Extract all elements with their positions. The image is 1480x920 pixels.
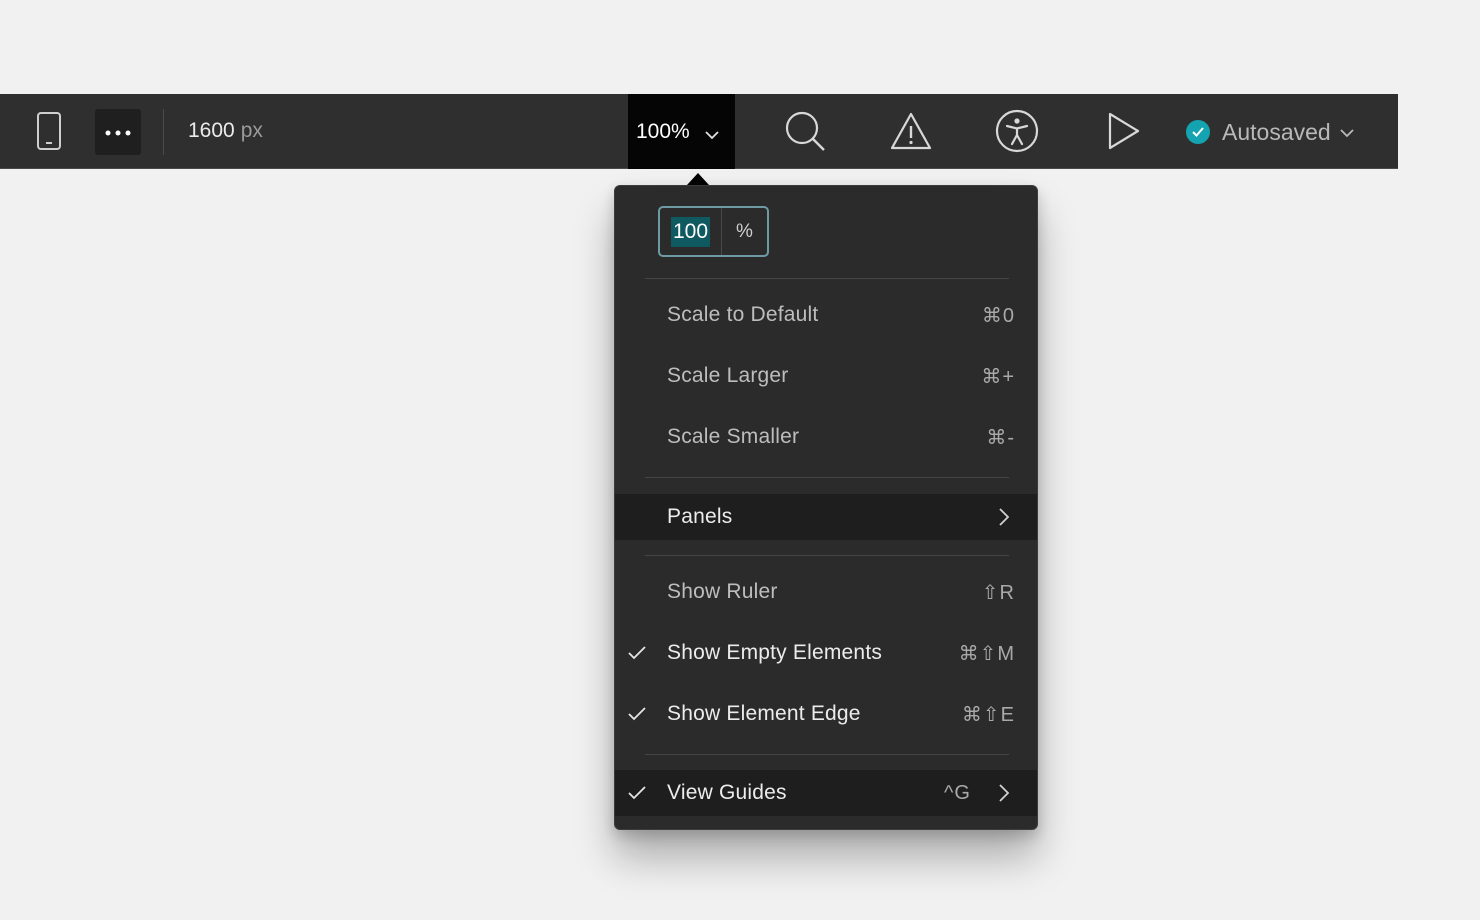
checkmark-icon bbox=[627, 704, 647, 724]
autosave-status[interactable]: Autosaved bbox=[1186, 116, 1355, 148]
autosave-label: Autosaved bbox=[1222, 118, 1331, 145]
check-circle-icon bbox=[1186, 120, 1210, 144]
menu-divider bbox=[645, 555, 1009, 556]
menu-item-view-guides[interactable]: View Guides ^G bbox=[615, 770, 1037, 816]
menu-item-show-element-edge[interactable]: Show Element Edge ⌘⇧E bbox=[615, 691, 1037, 737]
play-icon[interactable] bbox=[1100, 106, 1146, 156]
checkmark-icon bbox=[627, 783, 647, 803]
canvas-width-unit: px bbox=[240, 119, 263, 142]
menu-item-scale-smaller[interactable]: Scale Smaller ⌘- bbox=[615, 414, 1037, 460]
zoom-dropdown-button[interactable]: 100% bbox=[628, 94, 735, 169]
menu-item-shortcut: ⇧R bbox=[981, 581, 1015, 604]
menu-caret bbox=[687, 173, 709, 185]
mobile-phone-icon[interactable] bbox=[26, 108, 72, 154]
menu-item-label: Show Empty Elements bbox=[667, 641, 883, 664]
zoom-menu: 100 % Scale to Default ⌘0 Scale Larger ⌘… bbox=[614, 185, 1038, 830]
menu-item-shortcut: ^G bbox=[944, 781, 971, 804]
top-toolbar: 1600 px 100% Autosaved bbox=[0, 94, 1398, 169]
chevron-down-icon bbox=[1339, 125, 1355, 143]
zoom-input-unit: % bbox=[736, 220, 753, 242]
chevron-right-icon bbox=[997, 783, 1011, 803]
menu-item-show-empty-elements[interactable]: Show Empty Elements ⌘⇧M bbox=[615, 630, 1037, 676]
zoom-input-wrap: 100 bbox=[660, 208, 722, 255]
menu-item-label: Scale Larger bbox=[667, 364, 789, 387]
chevron-down-icon bbox=[704, 122, 720, 146]
menu-item-scale-to-default[interactable]: Scale to Default ⌘0 bbox=[615, 292, 1037, 338]
more-options-button[interactable] bbox=[95, 109, 141, 155]
menu-item-shortcut: ⌘0 bbox=[981, 304, 1015, 327]
menu-item-shortcut: ⌘+ bbox=[981, 365, 1015, 388]
zoom-input-group[interactable]: 100 % bbox=[658, 206, 769, 257]
menu-item-label: Panels bbox=[667, 505, 733, 528]
menu-item-label: Show Element Edge bbox=[667, 702, 861, 725]
menu-item-label: Scale to Default bbox=[667, 303, 819, 326]
menu-item-panels[interactable]: Panels bbox=[615, 494, 1037, 540]
menu-item-scale-larger[interactable]: Scale Larger ⌘+ bbox=[615, 353, 1037, 399]
menu-item-label: Show Ruler bbox=[667, 580, 778, 603]
zoom-input[interactable]: 100 bbox=[670, 216, 711, 247]
menu-item-shortcut: ⌘⇧M bbox=[958, 642, 1015, 665]
menu-item-show-ruler[interactable]: Show Ruler ⇧R bbox=[615, 569, 1037, 615]
menu-item-label: Scale Smaller bbox=[667, 425, 800, 448]
menu-divider bbox=[645, 754, 1009, 755]
menu-divider bbox=[645, 477, 1009, 478]
zoom-level-label: 100% bbox=[636, 119, 690, 143]
warning-icon[interactable] bbox=[886, 106, 936, 156]
canvas-width-value: 1600 bbox=[188, 119, 235, 142]
accessibility-icon[interactable] bbox=[992, 106, 1042, 156]
toolbar-divider bbox=[163, 109, 164, 155]
search-icon[interactable] bbox=[780, 106, 830, 156]
checkmark-icon bbox=[627, 643, 647, 663]
menu-divider bbox=[645, 278, 1009, 279]
more-horizontal-icon bbox=[105, 123, 131, 141]
canvas-width-readout[interactable]: 1600 px bbox=[188, 116, 263, 146]
menu-item-shortcut: ⌘- bbox=[986, 426, 1015, 449]
menu-item-shortcut: ⌘⇧E bbox=[961, 703, 1015, 726]
chevron-right-icon bbox=[997, 507, 1011, 527]
menu-item-label: View Guides bbox=[667, 781, 787, 804]
